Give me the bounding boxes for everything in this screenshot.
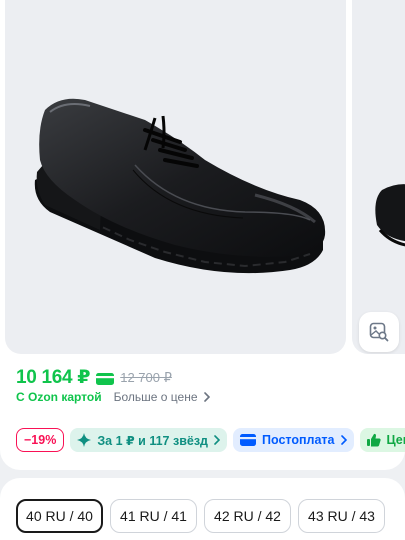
product-gallery[interactable] <box>5 0 405 354</box>
price-info-row: С Ozon картой Больше о цене <box>16 390 210 404</box>
product-photo-next[interactable] <box>352 0 405 354</box>
image-search-icon <box>369 322 389 342</box>
product-card: 10 164 ₽ 12 700 ₽ С Ozon картой Больше о… <box>0 0 405 470</box>
postpay-card-icon <box>239 434 256 446</box>
chevron-right-icon <box>203 392 210 402</box>
more-about-price-label: Больше о цене <box>113 390 198 404</box>
price-row: 10 164 ₽ 12 700 ₽ <box>16 366 172 389</box>
size-selector: 40 RU / 40 41 RU / 41 42 RU / 42 43 RU /… <box>0 478 405 540</box>
old-price: 12 700 ₽ <box>120 369 172 385</box>
postpay-badge-label: Постоплата <box>261 433 335 447</box>
size-option[interactable]: 40 RU / 40 <box>16 499 103 533</box>
product-photo-main[interactable] <box>5 0 346 354</box>
size-option[interactable]: 43 RU / 43 <box>298 499 385 533</box>
ozon-card-icon <box>96 372 115 385</box>
more-about-price-link[interactable]: Больше о цене <box>114 390 210 404</box>
chevron-right-icon <box>214 435 220 445</box>
card-price: 10 164 ₽ <box>16 367 91 388</box>
stars-badge[interactable]: За 1 ₽ и 117 звёзд <box>70 428 227 452</box>
discount-badge-label: −19% <box>24 433 57 447</box>
size-options: 40 RU / 40 41 RU / 41 42 RU / 42 43 RU /… <box>16 499 385 533</box>
stars-badge-label: За 1 ₽ и 117 звёзд <box>97 433 208 448</box>
sparkle-icon <box>77 433 92 447</box>
price-badge-label: Цена <box>386 433 405 447</box>
shoe-image-next <box>375 184 405 247</box>
with-card-label: С Ozon картой <box>16 390 102 404</box>
postpay-badge[interactable]: Постоплата <box>232 428 354 452</box>
discount-badge: −19% <box>16 428 65 452</box>
shoe-image <box>34 98 326 274</box>
thumbs-up-icon <box>366 433 381 447</box>
size-option[interactable]: 41 RU / 41 <box>110 499 197 533</box>
price-badge[interactable]: Цена <box>359 428 405 452</box>
badges-row: −19% За 1 ₽ и 117 звёзд Постоплата Це <box>16 428 405 452</box>
size-option[interactable]: 42 RU / 42 <box>204 499 291 533</box>
find-similar-button[interactable] <box>359 312 399 352</box>
chevron-right-icon <box>340 435 347 445</box>
